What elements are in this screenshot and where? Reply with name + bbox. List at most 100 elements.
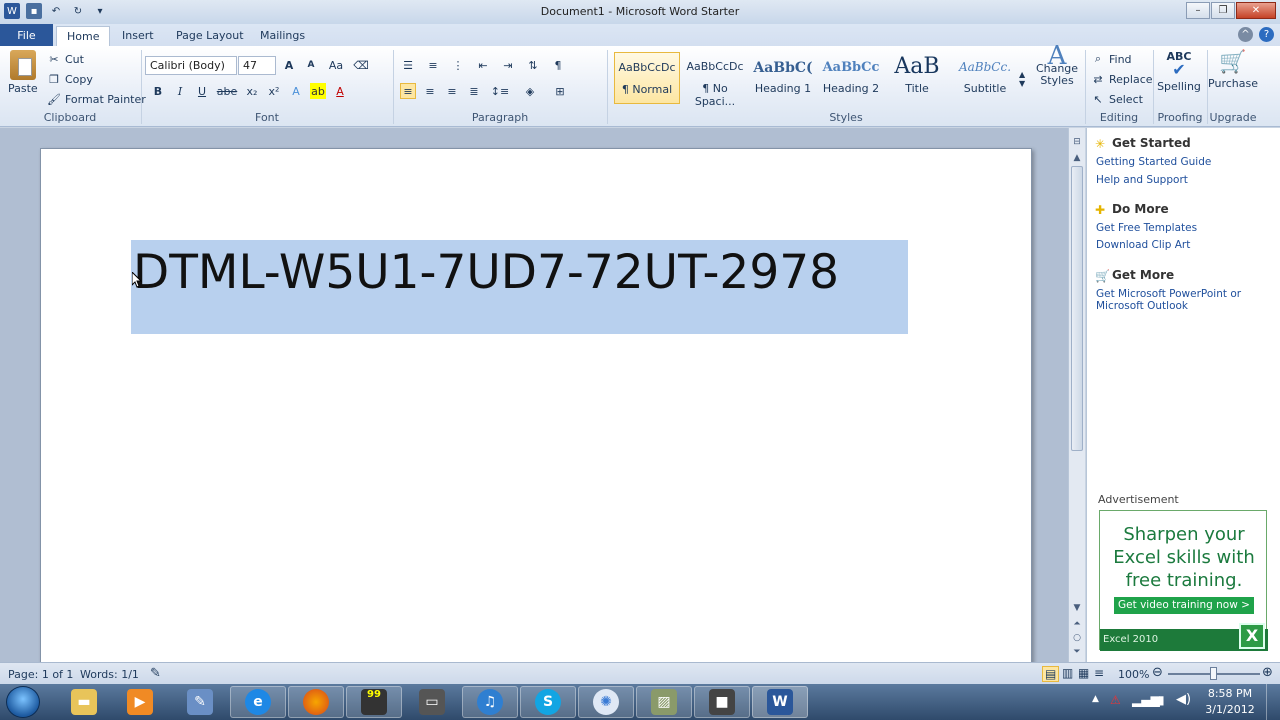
power-icon[interactable]: ▮ <box>1158 693 1165 707</box>
maximize-button[interactable]: ❐ <box>1211 2 1235 19</box>
print-layout-icon[interactable]: ▤ <box>1042 666 1060 682</box>
highlight-icon[interactable]: ab <box>310 83 326 99</box>
chevron-up-icon[interactable]: ▲ <box>1019 70 1025 79</box>
taskbar-app-9[interactable]: ▨ <box>636 686 692 718</box>
get-microsoft-office-link[interactable]: Get Microsoft PowerPoint or Microsoft Ou… <box>1096 288 1276 312</box>
full-screen-icon[interactable]: ▥ <box>1062 666 1073 680</box>
text-effects-icon[interactable]: A <box>288 83 304 99</box>
cut-button[interactable]: ✂ Cut <box>46 51 84 67</box>
close-button[interactable]: ✕ <box>1236 2 1276 19</box>
zoom-level[interactable]: 100% <box>1118 668 1149 681</box>
taskbar-explorer[interactable]: ▬ <box>56 686 112 718</box>
show-desktop-button[interactable] <box>1266 684 1280 720</box>
taskbar-app-99[interactable]: 99 <box>346 686 402 718</box>
help-and-support-link[interactable]: Help and Support <box>1096 174 1276 186</box>
decrease-indent-icon[interactable]: ⇤ <box>475 57 491 73</box>
change-styles-button[interactable]: A Change Styles <box>1036 43 1078 87</box>
taskbar-app-5[interactable]: ▭ <box>404 686 460 718</box>
align-right-icon[interactable]: ≡ <box>444 83 460 99</box>
scroll-down-icon[interactable]: ▼ <box>1069 600 1085 616</box>
style-no-spacing[interactable]: AaBbCcDc ¶ No Spaci... <box>682 52 748 108</box>
font-color-icon[interactable]: A <box>332 83 348 99</box>
sort-icon[interactable]: ⇅ <box>525 57 541 73</box>
font-size-combo[interactable]: 47 <box>238 56 276 75</box>
minimize-button[interactable]: – <box>1186 2 1210 19</box>
draft-view-icon[interactable]: ≡ <box>1094 666 1104 680</box>
format-painter-button[interactable]: 🖌 Format Painter <box>46 91 146 107</box>
increase-indent-icon[interactable]: ⇥ <box>500 57 516 73</box>
bullets-icon[interactable]: ☰ <box>400 57 416 73</box>
tab-home[interactable]: Home <box>56 26 111 46</box>
zoom-slider-knob[interactable] <box>1210 667 1217 680</box>
taskbar-skype[interactable]: S <box>520 686 576 718</box>
network-signal-icon[interactable]: ▂▄▆ <box>1132 693 1160 707</box>
grow-font-icon[interactable]: A <box>281 57 297 73</box>
proofing-status-icon[interactable]: ✎ <box>150 666 161 681</box>
numbering-icon[interactable]: ≡ <box>425 57 441 73</box>
clip-art-link[interactable]: Download Clip Art <box>1096 239 1276 251</box>
taskbar-internet-explorer[interactable]: e <box>230 686 286 718</box>
strikethrough-button[interactable]: abe <box>216 83 238 99</box>
taskbar-app-8[interactable]: ✺ <box>578 686 634 718</box>
find-button[interactable]: ⌕ Find <box>1090 51 1132 67</box>
page-count[interactable]: Page: 1 of 1 <box>8 668 73 681</box>
bold-button[interactable]: B <box>150 83 166 99</box>
chevron-down-icon[interactable]: ▼ <box>1019 79 1025 88</box>
document-text[interactable]: DTML-W5U1-7UD7-72UT-2978 <box>133 245 839 300</box>
document-page[interactable]: DTML-W5U1-7UD7-72UT-2978 <box>40 148 1032 662</box>
taskbar-app-10[interactable]: ■ <box>694 686 750 718</box>
taskbar-word[interactable]: W <box>752 686 808 718</box>
italic-button[interactable]: I <box>172 83 188 99</box>
style-heading-2[interactable]: AaBbCc Heading 2 <box>818 52 884 104</box>
web-layout-icon[interactable]: ▦ <box>1078 666 1089 680</box>
subscript-button[interactable]: x₂ <box>244 83 260 99</box>
taskbar-firefox[interactable] <box>288 686 344 718</box>
clear-formatting-icon[interactable]: ⌫ <box>353 57 369 73</box>
tab-page-layout[interactable]: Page Layout <box>166 26 254 46</box>
select-button[interactable]: ↖ Select <box>1090 91 1143 107</box>
replace-button[interactable]: ⇄ Replace <box>1090 71 1152 87</box>
superscript-button[interactable]: x² <box>266 83 282 99</box>
security-alert-icon[interactable]: ⚠ <box>1110 693 1121 707</box>
vertical-scrollbar[interactable]: ⊟ ▲ ▼ ⏶ ○ ⏷ <box>1068 128 1085 662</box>
next-page-icon[interactable]: ⏷ <box>1069 644 1085 660</box>
underline-button[interactable]: U <box>194 83 210 99</box>
spelling-button[interactable]: ABC ✔ Spelling <box>1157 50 1201 93</box>
styles-scroll[interactable]: ▲ ▼ <box>1019 70 1025 88</box>
font-family-combo[interactable]: Calibri (Body) <box>145 56 237 75</box>
copy-button[interactable]: ❐ Copy <box>46 71 93 87</box>
getting-started-guide-link[interactable]: Getting Started Guide <box>1096 156 1276 168</box>
taskbar-itunes[interactable]: ♫ <box>462 686 518 718</box>
free-templates-link[interactable]: Get Free Templates <box>1096 222 1276 234</box>
purchase-button[interactable]: 🛒 Purchase <box>1208 50 1258 90</box>
style-title[interactable]: AaB Title <box>884 52 950 104</box>
ruler-toggle-icon[interactable]: ⊟ <box>1069 134 1085 150</box>
align-center-icon[interactable]: ≡ <box>422 83 438 99</box>
paste-button[interactable]: Paste <box>8 50 38 95</box>
volume-icon[interactable]: ◀) <box>1176 692 1191 707</box>
shading-icon[interactable]: ◈ <box>518 83 542 99</box>
tab-file[interactable]: File <box>0 24 53 46</box>
tab-mailings[interactable]: Mailings <box>250 26 315 46</box>
zoom-in-icon[interactable]: ⊕ <box>1262 665 1273 680</box>
show-hidden-icons[interactable]: ▲ <box>1092 694 1099 704</box>
style-heading-1[interactable]: AaBbC( Heading 1 <box>750 52 816 104</box>
borders-icon[interactable]: ⊞ <box>548 83 572 99</box>
start-button[interactable] <box>6 686 40 718</box>
justify-icon[interactable]: ≣ <box>466 83 482 99</box>
show-marks-icon[interactable]: ¶ <box>550 57 566 73</box>
style-subtitle[interactable]: AaBbCc. Subtitle <box>952 52 1018 104</box>
style-normal[interactable]: AaBbCcDc ¶ Normal <box>614 52 680 104</box>
ribbon-collapse-icon[interactable]: ^ <box>1238 27 1253 42</box>
excel-advertisement[interactable]: Sharpen your Excel skills with free trai… <box>1099 510 1268 651</box>
multilevel-list-icon[interactable]: ⋮ <box>450 57 466 73</box>
scrollbar-thumb[interactable] <box>1071 166 1083 451</box>
help-icon[interactable]: ? <box>1259 27 1274 42</box>
tab-insert[interactable]: Insert <box>112 26 164 46</box>
zoom-out-icon[interactable]: ⊖ <box>1152 665 1163 680</box>
taskbar-media-player[interactable]: ▶ <box>112 686 168 718</box>
clock-date[interactable]: 3/1/2012 <box>1200 703 1260 716</box>
change-case-icon[interactable]: Aa <box>325 57 347 73</box>
line-spacing-icon[interactable]: ↕≡ <box>488 83 512 99</box>
clock-time[interactable]: 8:58 PM <box>1200 687 1260 700</box>
